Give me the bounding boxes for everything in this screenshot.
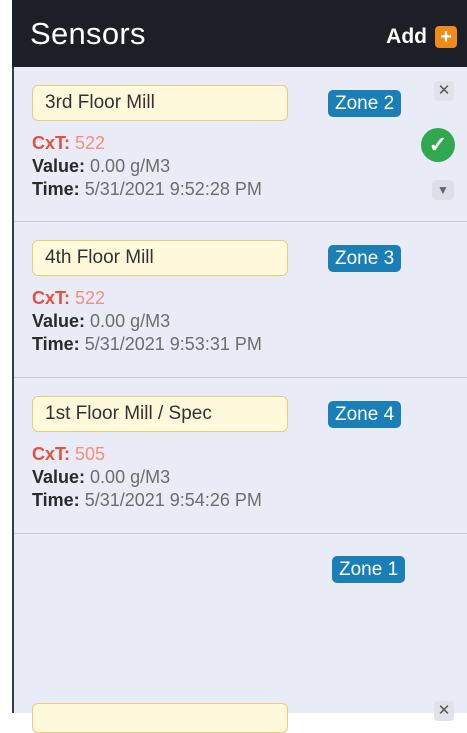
cxt-row: CxT: 505 [32,443,262,466]
page-title: Sensors [30,16,146,51]
value-text: 0.00 g/M3 [90,156,171,176]
close-icon[interactable]: ✕ [434,701,454,721]
value-text: 0.00 g/M3 [90,311,171,331]
time-label: Time: [32,334,80,354]
time-text: 5/31/2021 9:54:26 PM [84,490,262,510]
time-row: Time: 5/31/2021 9:54:26 PM [32,489,262,512]
sensor-card[interactable]: 3rd Floor Mill Zone 2 ✕ ✓ ▼ CxT: 522 Val… [14,67,467,222]
sensor-name-field[interactable]: 3rd Floor Mill [32,85,288,121]
cxt-label: CxT: [32,444,71,464]
time-text: 5/31/2021 9:52:28 PM [84,179,262,199]
zone-badge: Zone 4 [328,401,402,428]
chevron-down-icon[interactable]: ▼ [432,180,454,200]
cxt-row: CxT: 522 [32,287,262,310]
cxt-value: 505 [75,444,106,464]
sensor-details: CxT: 522 Value: 0.00 g/M3 Time: 5/31/202… [32,132,262,201]
cxt-label: CxT: [32,288,71,308]
value-row: Value: 0.00 g/M3 [32,155,262,178]
cxt-row: CxT: 522 [32,132,262,155]
sensor-details: CxT: 522 Value: 0.00 g/M3 Time: 5/31/202… [32,287,262,356]
sensor-name-field[interactable]: 1st Floor Mill / Spec [32,396,288,432]
plus-icon: + [435,26,457,48]
sensor-card[interactable]: 4th Floor Mill Zone 3 CxT: 522 Value: 0.… [14,222,467,378]
cxt-value: 522 [75,133,106,153]
time-row: Time: 5/31/2021 9:53:31 PM [32,333,262,356]
sensors-header: Sensors Add + [12,0,467,67]
zone-badge: Zone 1 [332,556,406,583]
check-circle-icon[interactable]: ✓ [421,128,455,162]
zone-badge: Zone 3 [328,245,402,272]
sensor-name-field[interactable]: 4th Floor Mill [32,240,288,276]
sensor-card[interactable]: 1st Floor Mill / Spec Zone 4 CxT: 505 Va… [14,378,467,534]
value-label: Value: [32,156,86,176]
cxt-value: 522 [75,288,106,308]
time-text: 5/31/2021 9:53:31 PM [84,334,262,354]
value-row: Value: 0.00 g/M3 [32,466,262,489]
sensor-card[interactable]: Zone 1 [14,534,467,689]
time-row: Time: 5/31/2021 9:52:28 PM [32,178,262,201]
zone-badge: Zone 2 [328,90,402,117]
time-label: Time: [32,490,80,510]
close-icon[interactable]: ✕ [434,81,454,101]
value-label: Value: [32,467,86,487]
value-label: Value: [32,311,86,331]
add-sensor-button[interactable]: Add + [386,24,457,50]
sensor-list: 3rd Floor Mill Zone 2 ✕ ✓ ▼ CxT: 522 Val… [12,67,467,733]
time-label: Time: [32,179,80,199]
sensor-name-field[interactable] [32,703,288,733]
value-row: Value: 0.00 g/M3 [32,310,262,333]
cxt-label: CxT: [32,133,71,153]
value-text: 0.00 g/M3 [90,467,171,487]
sensor-details: CxT: 505 Value: 0.00 g/M3 Time: 5/31/202… [32,443,262,512]
add-button-label: Add [386,25,427,48]
